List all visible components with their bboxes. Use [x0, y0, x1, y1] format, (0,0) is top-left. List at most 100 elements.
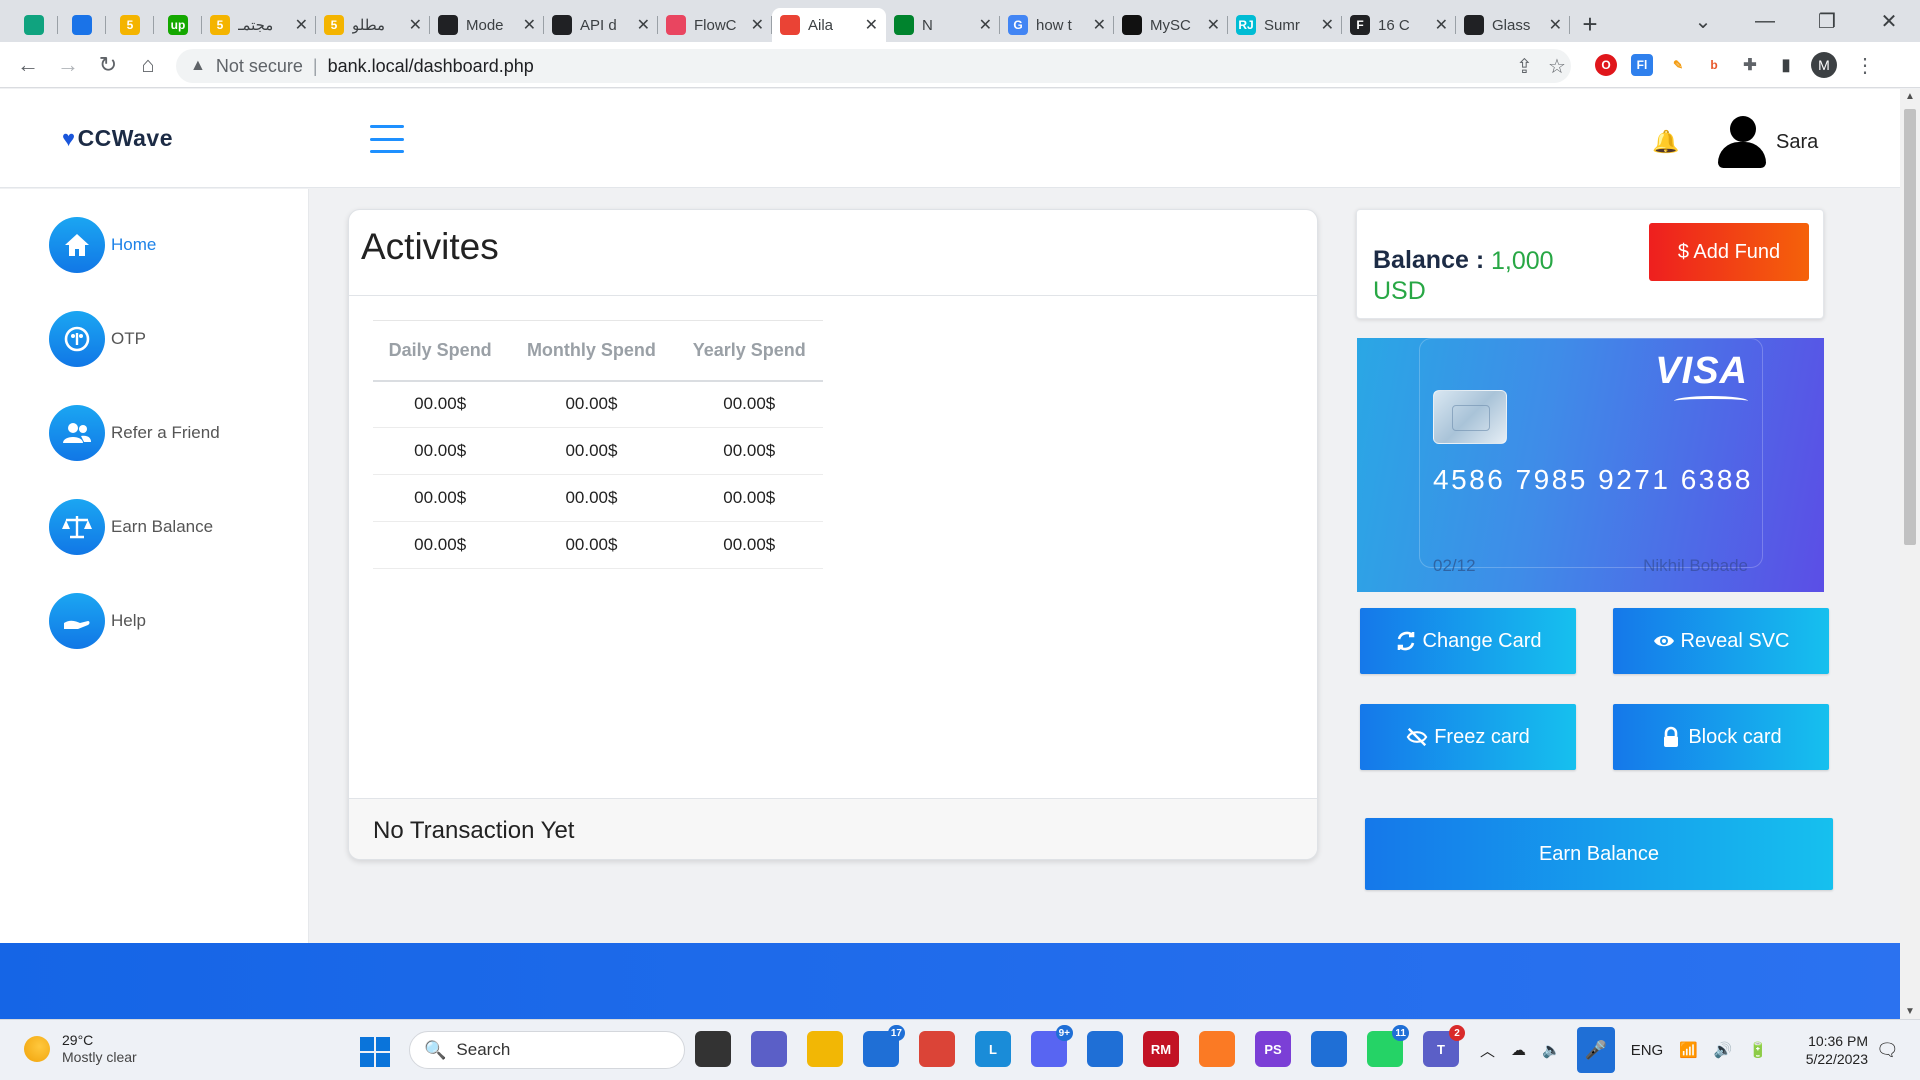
close-tab-icon[interactable]: ✕: [1549, 15, 1562, 35]
bing-extension-icon[interactable]: b: [1703, 54, 1725, 76]
browser-tab[interactable]: 5 مجتمـ ✕: [202, 8, 316, 42]
onedrive-icon[interactable]: ☁: [1511, 1041, 1526, 1059]
sidebar-item-otp[interactable]: OTP: [49, 311, 146, 367]
language-indicator[interactable]: ENG: [1631, 1042, 1664, 1059]
chevron-up-icon[interactable]: ︿: [1480, 1040, 1495, 1061]
bookmark-star-icon[interactable]: ☆: [1548, 54, 1566, 79]
back-icon[interactable]: ←: [8, 52, 48, 78]
taskbar-clock[interactable]: 10:36 PM 5/22/2023: [1792, 1032, 1868, 1068]
close-tab-icon[interactable]: ✕: [1093, 15, 1106, 35]
browser-tab[interactable]: F 16 C ✕: [1342, 8, 1456, 42]
color-picker-extension-icon[interactable]: ✎: [1667, 54, 1689, 76]
freeze-card-button[interactable]: Freez card: [1360, 704, 1576, 770]
notification-bell-icon[interactable]: 🔔: [1652, 129, 1679, 155]
reload-icon[interactable]: ↻: [88, 52, 128, 78]
close-tab-icon[interactable]: ✕: [523, 15, 536, 35]
site-logo[interactable]: ♥ CCWave: [62, 125, 173, 152]
share-icon[interactable]: ⇪: [1516, 54, 1533, 79]
windows-start-icon[interactable]: [360, 1037, 390, 1067]
browser-tab[interactable]: Ghow t ✕: [1000, 8, 1114, 42]
close-tab-icon[interactable]: ✕: [865, 15, 878, 35]
browser-tab[interactable]: MySC ✕: [1114, 8, 1228, 42]
sidebar-item-earn-balance[interactable]: Earn Balance: [49, 499, 213, 555]
chrome-icon[interactable]: [919, 1031, 955, 1067]
browser-tab[interactable]: API d ✕: [544, 8, 658, 42]
browser-tab[interactable]: N ✕: [886, 8, 1000, 42]
wifi-icon[interactable]: 📶: [1679, 1041, 1698, 1059]
url-text[interactable]: bank.local/dashboard.php: [328, 56, 534, 77]
minimize-icon[interactable]: —: [1734, 10, 1796, 33]
close-window-icon[interactable]: ✕: [1858, 9, 1920, 34]
restore-icon[interactable]: ❐: [1796, 9, 1858, 34]
speaker-icon[interactable]: 🔈: [1542, 1041, 1561, 1059]
forward-icon[interactable]: →: [48, 52, 88, 78]
microphone-icon[interactable]: 🎤: [1576, 1027, 1615, 1073]
volume-icon[interactable]: 🔊: [1714, 1041, 1733, 1059]
browser-tab[interactable]: Mode ✕: [430, 8, 544, 42]
battery-icon[interactable]: 🔋: [1749, 1041, 1768, 1059]
security-status[interactable]: Not secure: [216, 56, 303, 77]
sidebar-item-home[interactable]: Home: [49, 217, 156, 273]
close-tab-icon[interactable]: ✕: [295, 15, 308, 35]
add-fund-button[interactable]: $ Add Fund: [1649, 223, 1809, 281]
page-scrollbar[interactable]: ▲ ▼: [1900, 89, 1920, 1019]
task-view-icon[interactable]: [695, 1031, 731, 1067]
taskbar-search[interactable]: 🔍 Search: [409, 1031, 685, 1069]
xampp-icon[interactable]: [1199, 1031, 1235, 1067]
scroll-up-icon[interactable]: ▲: [1900, 91, 1920, 102]
user-name[interactable]: Sara: [1776, 131, 1818, 154]
discord-icon[interactable]: 9+: [1031, 1025, 1073, 1067]
sidebar-item-refer-a-friend[interactable]: Refer a Friend: [49, 405, 220, 461]
tab-search-chevron-icon[interactable]: ⌄: [1672, 9, 1734, 34]
user-avatar[interactable]: [1718, 116, 1766, 168]
close-tab-icon[interactable]: ✕: [751, 15, 764, 35]
browser-menu-icon[interactable]: ⋮: [1855, 53, 1875, 78]
close-tab-icon[interactable]: ✕: [1207, 15, 1220, 35]
browser-tab[interactable]: [10, 8, 58, 42]
whatsapp-icon[interactable]: 11: [1367, 1025, 1409, 1067]
block-card-button[interactable]: Block card: [1613, 704, 1829, 770]
browser-tab[interactable]: Glass ✕: [1456, 8, 1570, 42]
weather-widget[interactable]: 29°C Mostly clear: [24, 1032, 137, 1066]
change-card-button[interactable]: Change Card: [1360, 608, 1576, 674]
close-tab-icon[interactable]: ✕: [1321, 15, 1334, 35]
l-app-icon[interactable]: L: [975, 1031, 1011, 1067]
side-panel-icon[interactable]: ▮: [1775, 54, 1797, 76]
rubymine-icon[interactable]: RM: [1143, 1031, 1179, 1067]
reveal-svc-button[interactable]: Reveal SVC: [1613, 608, 1829, 674]
close-tab-icon[interactable]: ✕: [409, 15, 422, 35]
browser-tab[interactable]: FlowC ✕: [658, 8, 772, 42]
extensions-puzzle-icon[interactable]: ✚: [1739, 54, 1761, 76]
scrollbar-thumb[interactable]: [1904, 109, 1916, 545]
opera-extension-icon[interactable]: O: [1595, 54, 1617, 76]
teams-icon[interactable]: T2: [1423, 1025, 1465, 1067]
meet-icon: [894, 15, 914, 35]
teams-meet-icon[interactable]: [751, 1031, 787, 1067]
mail-app-icon[interactable]: [1087, 1031, 1123, 1067]
sidebar-item-help[interactable]: Help: [49, 593, 146, 649]
browser-tab[interactable]: RJ Sumr ✕: [1228, 8, 1342, 42]
scroll-down-icon[interactable]: ▼: [1900, 1006, 1920, 1017]
home-browser-icon[interactable]: ⌂: [128, 52, 168, 78]
browser-tab[interactable]: 5 مطلو ✕: [316, 8, 430, 42]
browser-tab[interactable]: Aila ✕: [772, 8, 886, 42]
translate-extension-icon[interactable]: Fl: [1631, 54, 1653, 76]
close-tab-icon[interactable]: ✕: [979, 15, 992, 35]
browser-tab[interactable]: 5: [106, 8, 154, 42]
address-bar[interactable]: ▲ Not secure | bank.local/dashboard.php …: [176, 49, 1571, 83]
windows-taskbar: 29°C Mostly clear 🔍 Search 17 L 9+ RM PS 11 T 2…: [0, 1019, 1920, 1080]
file-explorer-icon[interactable]: [807, 1031, 843, 1067]
earn-balance-button[interactable]: Earn Balance: [1365, 818, 1833, 890]
warning-icon[interactable]: ▲: [190, 57, 206, 75]
new-tab-icon[interactable]: +: [1570, 9, 1610, 40]
menu-toggle-icon[interactable]: [370, 125, 404, 153]
profile-avatar[interactable]: M: [1811, 52, 1837, 78]
store-icon[interactable]: 17: [863, 1025, 905, 1067]
phpstorm-icon[interactable]: PS: [1255, 1031, 1291, 1067]
notification-center-icon[interactable]: 🗨: [1876, 1040, 1899, 1061]
browser-tab[interactable]: up: [154, 8, 202, 42]
notepad-icon[interactable]: [1311, 1031, 1347, 1067]
browser-tab[interactable]: [58, 8, 106, 42]
close-tab-icon[interactable]: ✕: [1435, 15, 1448, 35]
close-tab-icon[interactable]: ✕: [637, 15, 650, 35]
